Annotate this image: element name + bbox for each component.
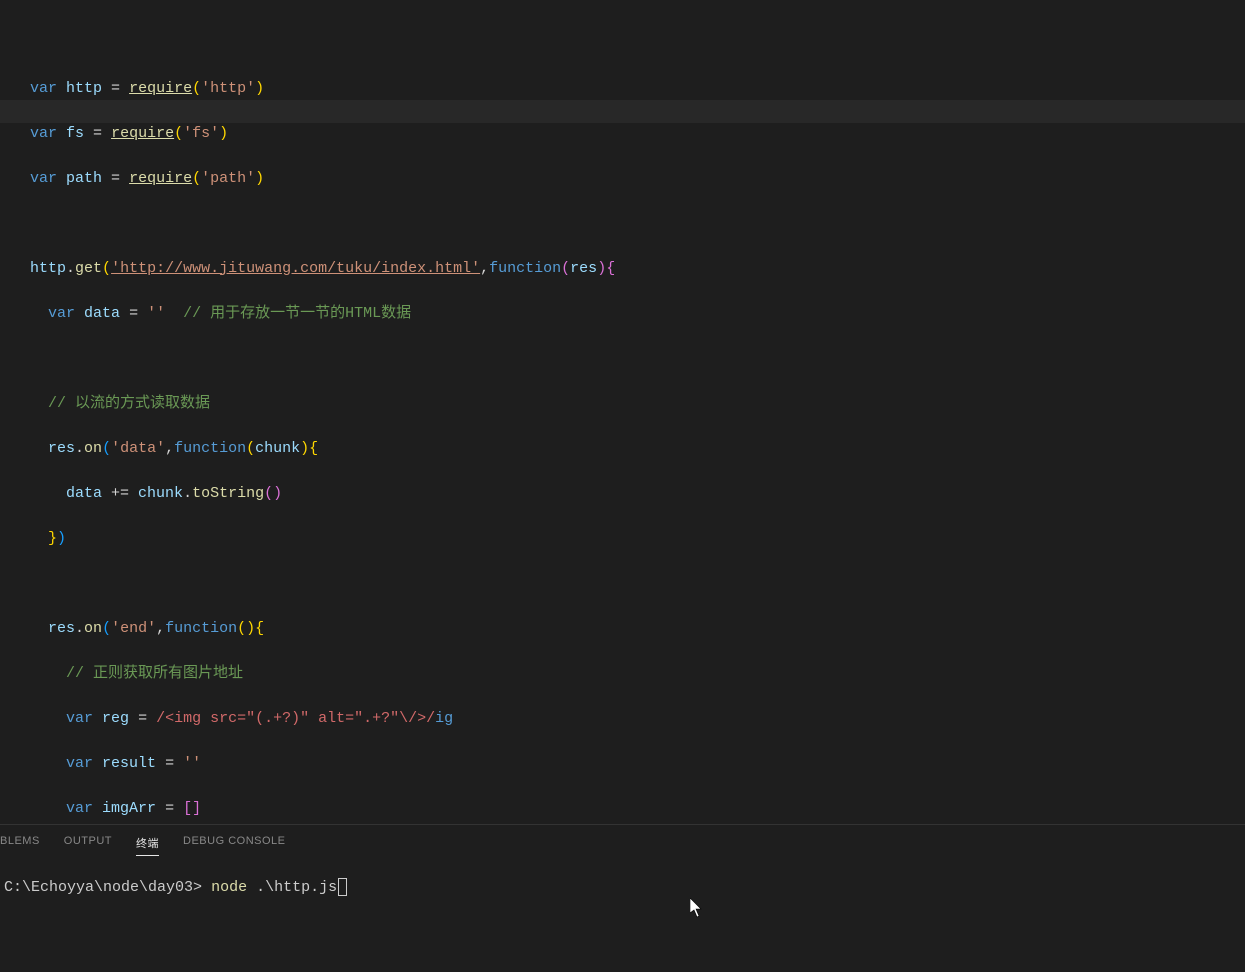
- mouse-cursor-icon: [690, 898, 704, 918]
- code-editor[interactable]: var http = require('http') var fs = requ…: [0, 0, 1245, 824]
- terminal-cursor: [338, 878, 347, 896]
- tab-output[interactable]: OUTPUT: [64, 835, 112, 856]
- fn-require: require: [129, 80, 192, 97]
- keyword-var: var: [30, 80, 57, 97]
- terminal-line[interactable]: C:\Echoyya\node\day03> node .\http.js: [0, 864, 1245, 896]
- tab-problems[interactable]: BLEMS: [0, 835, 40, 856]
- tab-terminal[interactable]: 终端: [136, 835, 159, 856]
- var-http: http: [66, 80, 102, 97]
- terminal-arg: .\http.js: [256, 879, 337, 896]
- url-string[interactable]: 'http://www.jituwang.com/tuku/index.html…: [111, 260, 480, 277]
- terminal-cmd: node: [211, 879, 247, 896]
- panel-tabs: BLEMS OUTPUT 终端 DEBUG CONSOLE: [0, 825, 1245, 864]
- tab-debug-console[interactable]: DEBUG CONSOLE: [183, 835, 285, 856]
- terminal-prompt: C:\Echoyya\node\day03>: [4, 879, 202, 896]
- bottom-panel: BLEMS OUTPUT 终端 DEBUG CONSOLE C:\Echoyya…: [0, 824, 1245, 972]
